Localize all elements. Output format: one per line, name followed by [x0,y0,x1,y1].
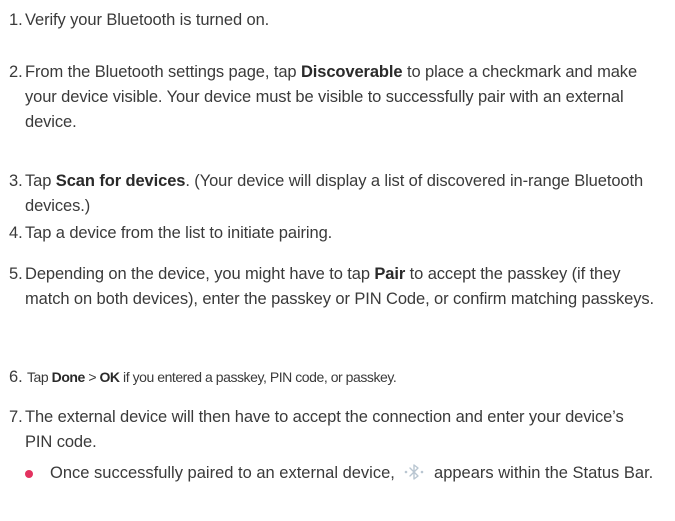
step-2: 2. From the Bluetooth settings page, tap… [9,60,654,135]
step-text-separator: > [84,369,100,385]
bullet-text-pre: Once successfully paired to an external … [50,464,400,482]
step-number: 2. [9,63,23,81]
bluetooth-connected-icon-svg [405,464,424,480]
step-number: 3. [9,172,23,190]
step-text-pre: Tap [25,172,56,190]
step-text-part: Verify your Bluetooth is turned on. [25,11,270,29]
discoverable-term: Discoverable [300,63,403,81]
step-5: 5. Depending on the device, you might ha… [9,262,654,312]
step-text-pre: Tap [27,369,52,385]
step-text-part: Tap a device from the list to initiate p… [25,224,333,242]
bullet-dot [25,470,33,478]
step-text: Tap Done > OK if you entered a passkey, … [9,365,654,390]
step-4: 4. Tap a device from the list to initiat… [9,221,654,246]
step-3: 3. Tap Scan for devices. (Your device wi… [9,169,654,219]
step-text-pre: From the Bluetooth settings page, tap [25,63,301,81]
bluetooth-connected-icon [399,463,429,480]
step-text: Tap Scan for devices. (Your device will … [9,169,654,219]
step-number: 1. [9,11,23,29]
bullet-text: Once successfully paired to an external … [25,461,655,486]
step-number: 7. [9,408,23,426]
manual-page: 1. Verify your Bluetooth is turned on. 2… [0,0,675,521]
ok-term: OK [99,369,120,385]
step-number: 5. [9,265,23,283]
step-text-post: if you entered a passkey, PIN code, or p… [119,369,397,385]
bullet-text-post: appears within the Status Bar. [429,464,654,482]
step-7: 7. The external device will then have to… [9,405,654,455]
step-text-part: The external device will then have to ac… [25,408,624,451]
step-text-pre: Depending on the device, you might have … [25,265,375,283]
step-text: Verify your Bluetooth is turned on. [9,8,654,33]
step-6: 6. Tap Done > OK if you entered a passke… [9,365,654,390]
step-number: 6. [9,368,23,386]
pair-term: Pair [374,265,406,283]
step-text: The external device will then have to ac… [9,405,654,455]
step-text: From the Bluetooth settings page, tap Di… [9,60,654,135]
step-text: Depending on the device, you might have … [9,262,654,312]
done-term: Done [51,369,86,385]
step-1: 1. Verify your Bluetooth is turned on. [9,8,654,33]
step-text: Tap a device from the list to initiate p… [9,221,654,246]
scan-for-devices-term: Scan for devices [55,172,186,190]
bullet-note: Once successfully paired to an external … [25,461,655,486]
step-number: 4. [9,224,23,242]
